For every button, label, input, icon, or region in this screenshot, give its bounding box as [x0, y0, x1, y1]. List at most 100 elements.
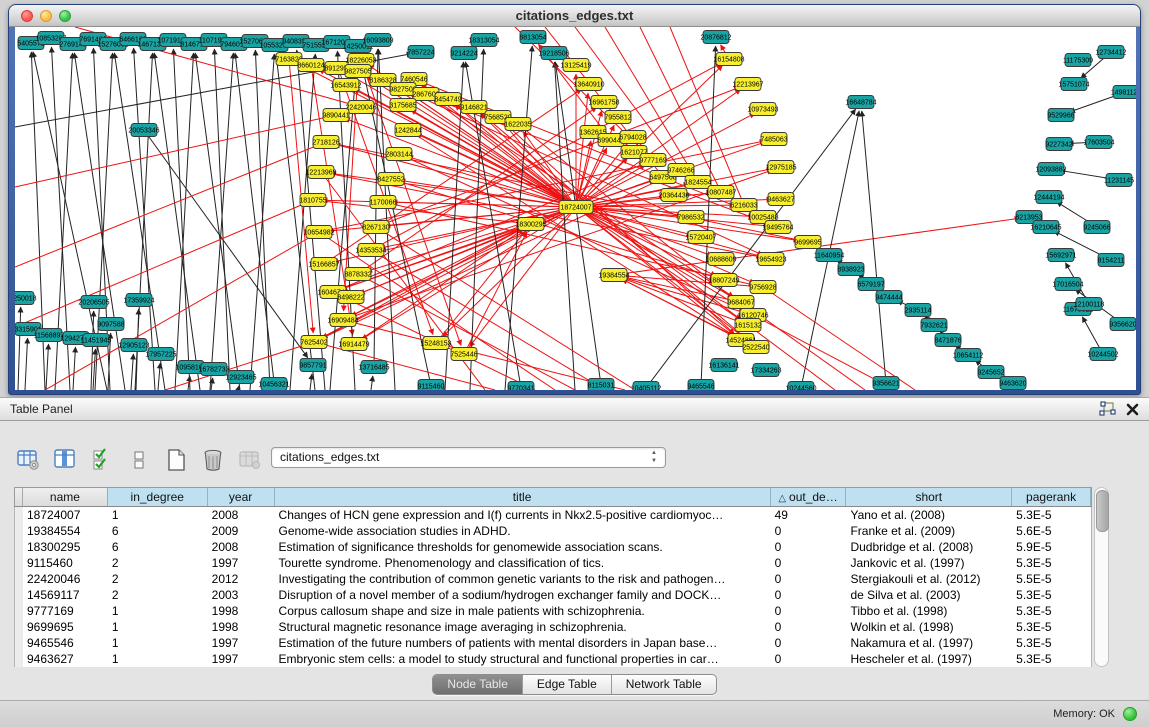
- black-edge[interactable]: [154, 53, 200, 390]
- red-edge[interactable]: [748, 325, 835, 390]
- table-cell[interactable]: 5.3E-5: [1012, 603, 1091, 619]
- table-cell[interactable]: 1997: [208, 651, 275, 667]
- table-cell[interactable]: 2003: [208, 587, 275, 603]
- citation-network-graph[interactable]: 5405571108532872769140769140615276052646…: [15, 27, 1136, 390]
- tab-edge-table[interactable]: Edge Table: [523, 675, 612, 694]
- black-edge[interactable]: [175, 53, 194, 390]
- table-cell[interactable]: Tibbo et al. (1998): [846, 603, 1012, 619]
- black-edge[interactable]: [195, 53, 240, 390]
- red-edge[interactable]: [436, 231, 525, 343]
- table-cell[interactable]: 9115460: [23, 555, 108, 571]
- node-table[interactable]: namein_degreeyeartitle△out_de…shortpager…: [14, 487, 1092, 667]
- red-edge[interactable]: [15, 115, 336, 187]
- table-header-row[interactable]: namein_degreeyeartitle△out_de…shortpager…: [14, 487, 1092, 507]
- column-header-title[interactable]: title: [275, 488, 771, 506]
- black-edge[interactable]: [73, 347, 75, 390]
- table-cell[interactable]: 0: [771, 523, 847, 539]
- column-header-indegree[interactable]: in_degree: [108, 488, 208, 506]
- table-cell[interactable]: 0: [771, 635, 847, 651]
- table-cell[interactable]: 18300295: [23, 539, 108, 555]
- black-edge[interactable]: [25, 338, 28, 390]
- table-cell[interactable]: 5.5E-5: [1012, 571, 1091, 587]
- black-edge[interactable]: [131, 354, 133, 390]
- table-cell[interactable]: 0: [771, 539, 847, 555]
- table-cell[interactable]: 1998: [208, 619, 275, 635]
- red-edge[interactable]: [15, 142, 326, 267]
- table-cell[interactable]: Structural magnetic resonance image aver…: [275, 619, 771, 635]
- new-table-button[interactable]: [162, 447, 190, 473]
- table-selector-dropdown[interactable]: citations_edges.txt ▲▼: [271, 447, 666, 468]
- table-cell[interactable]: 5.6E-5: [1012, 523, 1091, 539]
- table-tab-segment[interactable]: Node TableEdge TableNetwork Table: [432, 674, 716, 695]
- table-cell[interactable]: 2008: [208, 507, 275, 523]
- column-header-year[interactable]: year: [208, 488, 275, 506]
- table-row[interactable]: 1872400712008Changes of HCN gene express…: [15, 507, 1091, 523]
- table-scrollbar[interactable]: [1094, 487, 1109, 667]
- stacked-squares-button[interactable]: [125, 447, 153, 473]
- table-cell[interactable]: Franke et al. (2009): [846, 523, 1012, 539]
- float-panel-icon[interactable]: [1099, 401, 1116, 417]
- table-cell[interactable]: Tourette syndrome. Phenomenology and cla…: [275, 555, 771, 571]
- table-cell[interactable]: 18724007: [23, 507, 108, 523]
- trash-icon-button[interactable]: [199, 447, 227, 473]
- black-edge[interactable]: [310, 374, 312, 390]
- red-edge[interactable]: [351, 227, 523, 297]
- table-cell[interactable]: 5.3E-5: [1012, 619, 1091, 635]
- table-cell[interactable]: Yano et al. (2008): [846, 507, 1012, 523]
- table-cell[interactable]: 2008: [208, 539, 275, 555]
- table-cell[interactable]: 2009: [208, 523, 275, 539]
- table-cell[interactable]: 5.3E-5: [1012, 507, 1091, 523]
- table-cell[interactable]: 2: [108, 571, 208, 587]
- table-cell[interactable]: 5.9E-5: [1012, 539, 1091, 555]
- table-cell[interactable]: Jankovic et al. (1997): [846, 555, 1012, 571]
- close-panel-icon[interactable]: [1126, 403, 1139, 416]
- column-highlight-button[interactable]: [51, 447, 79, 473]
- table-cell[interactable]: 14569117: [23, 587, 108, 603]
- table-cell[interactable]: 2012: [208, 571, 275, 587]
- network-canvas[interactable]: 5405571108532872769140769140615276052646…: [15, 27, 1136, 390]
- table-cell[interactable]: 0: [771, 603, 847, 619]
- table-cell[interactable]: 22420046: [23, 571, 108, 587]
- table-cell[interactable]: Genome-wide association studies in ADHD.: [275, 523, 771, 539]
- table-cell[interactable]: 1: [108, 507, 208, 523]
- table-cell[interactable]: 2: [108, 587, 208, 603]
- table-cell[interactable]: 1997: [208, 555, 275, 571]
- table-cell[interactable]: Nakamura et al. (1997): [846, 635, 1012, 651]
- table-cell[interactable]: 5.3E-5: [1012, 587, 1091, 603]
- table-cell[interactable]: 5.3E-5: [1012, 635, 1091, 651]
- table-cell[interactable]: 1998: [208, 603, 275, 619]
- table-body[interactable]: 1872400712008Changes of HCN gene express…: [14, 507, 1092, 667]
- table-cell[interactable]: 0: [771, 651, 847, 667]
- table-cell[interactable]: Stergiakouli et al. (2012): [846, 571, 1012, 587]
- black-edge[interactable]: [46, 344, 49, 390]
- table-row[interactable]: 977716911998Corpus callosum shape and si…: [15, 603, 1091, 619]
- table-cell[interactable]: 49: [771, 507, 847, 523]
- black-edge[interactable]: [235, 53, 275, 390]
- table-cell[interactable]: Estimation of significance thresholds fo…: [275, 539, 771, 555]
- tab-node-table[interactable]: Node Table: [433, 675, 523, 694]
- table-cell[interactable]: Dudbridge et al. (2008): [846, 539, 1012, 555]
- black-edge[interactable]: [211, 378, 213, 390]
- network-window-titlebar[interactable]: citations_edges.txt: [9, 5, 1140, 27]
- table-row[interactable]: 969969511998Structural magnetic resonanc…: [15, 619, 1091, 635]
- table-row[interactable]: 946554611997Estimation of the future num…: [15, 635, 1091, 651]
- table-row[interactable]: 1830029562008Estimation of significance …: [15, 539, 1091, 555]
- black-edge[interactable]: [18, 307, 21, 390]
- table-cell[interactable]: 9463627: [23, 651, 108, 667]
- red-edge[interactable]: [414, 79, 755, 214]
- table-cell[interactable]: 1: [108, 651, 208, 667]
- table-cell[interactable]: 1: [108, 619, 208, 635]
- red-edge[interactable]: [343, 320, 625, 390]
- table-cell[interactable]: 0: [771, 587, 847, 603]
- table-cell[interactable]: Hescheler et al. (1997): [846, 651, 1012, 667]
- select-columns-button[interactable]: [88, 447, 116, 473]
- table-cell[interactable]: 9777169: [23, 603, 108, 619]
- table-cell[interactable]: de Silva et al. (2003): [846, 587, 1012, 603]
- table-cell[interactable]: Corpus callosum shape and size in male p…: [275, 603, 771, 619]
- table-cell[interactable]: 1: [108, 603, 208, 619]
- table-mode-button[interactable]: [14, 447, 42, 473]
- red-edge[interactable]: [371, 250, 605, 390]
- table-cell[interactable]: Wolkin et al. (1998): [846, 619, 1012, 635]
- table-cell[interactable]: Changes of HCN gene expression and I(f) …: [275, 507, 771, 523]
- black-edge[interactable]: [238, 386, 239, 390]
